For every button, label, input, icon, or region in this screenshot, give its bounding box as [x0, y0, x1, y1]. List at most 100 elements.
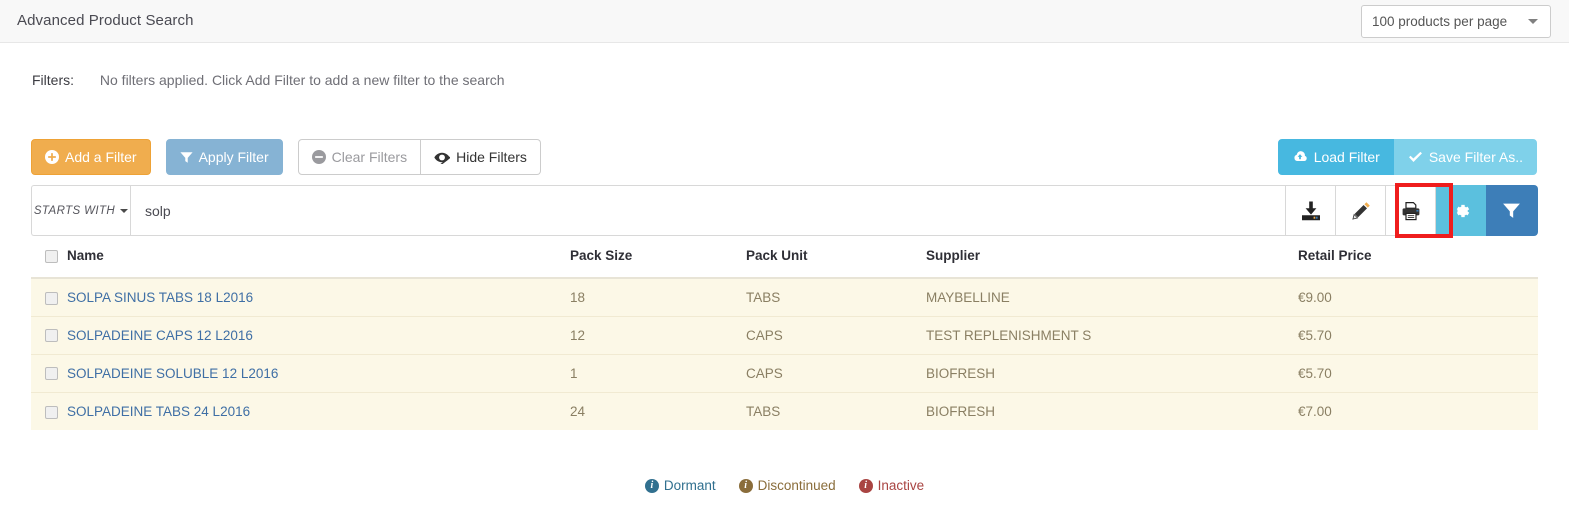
filter-actions-right: Load Filter Save Filter As..: [1277, 139, 1537, 175]
clear-filters-label: Clear Filters: [331, 149, 408, 165]
search-bar: STARTS WITH solp: [31, 183, 1538, 238]
cell-supplier: BIOFRESH: [926, 392, 1298, 430]
legend-label-discontinued: Discontinued: [757, 478, 836, 493]
search-input-value: solp: [145, 202, 171, 219]
table-header-row: Name Pack Size Pack Unit Supplier Retail…: [31, 248, 1538, 279]
select-all-header: [31, 248, 67, 279]
load-filter-label: Load Filter: [1313, 149, 1380, 165]
row-checkbox[interactable]: [45, 405, 58, 419]
filter-actions-left: Add a Filter Apply Filter Clear Filters …: [31, 139, 541, 175]
table-row[interactable]: SOLPADEINE SOLUBLE 12 L2016 1 CAPS BIOFR…: [31, 354, 1538, 393]
cell-pack-unit: TABS: [746, 278, 926, 317]
info-circle-icon: i: [644, 478, 659, 493]
funnel-icon: [1501, 200, 1522, 221]
filters-label: Filters:: [32, 72, 74, 88]
search-input[interactable]: solp: [130, 185, 1286, 236]
settings-button[interactable]: [1436, 185, 1486, 236]
legend-label-inactive: Inactive: [877, 478, 925, 493]
table-filter-button[interactable]: [1486, 185, 1538, 236]
load-filter-button[interactable]: Load Filter: [1277, 139, 1394, 175]
cell-supplier: MAYBELLINE: [926, 278, 1298, 317]
edit-button[interactable]: [1336, 185, 1386, 236]
table-row[interactable]: SOLPADEINE CAPS 12 L2016 12 CAPS TEST RE…: [31, 316, 1538, 355]
add-filter-label: Add a Filter: [65, 149, 137, 165]
hide-filters-button[interactable]: Hide Filters: [421, 139, 541, 175]
add-filter-button[interactable]: Add a Filter: [31, 139, 151, 175]
column-header-pack-size[interactable]: Pack Size: [570, 248, 746, 279]
apply-filter-button[interactable]: Apply Filter: [165, 139, 283, 175]
info-circle-icon: i: [738, 478, 753, 493]
row-select-cell: [31, 354, 67, 393]
check-icon: [1408, 151, 1423, 163]
cell-pack-size: 18: [570, 278, 746, 317]
cell-retail-price: €7.00: [1298, 392, 1538, 430]
cell-retail-price: €5.70: [1298, 354, 1538, 393]
column-header-pack-unit[interactable]: Pack Unit: [746, 248, 926, 279]
row-select-cell: [31, 316, 67, 355]
row-checkbox[interactable]: [45, 329, 58, 343]
export-button[interactable]: [1286, 185, 1336, 236]
results-table: Name Pack Size Pack Unit Supplier Retail…: [31, 248, 1538, 430]
app-header: Advanced Product Search 100 products per…: [0, 0, 1569, 43]
column-header-supplier[interactable]: Supplier: [926, 248, 1298, 279]
cell-name: SOLPADEINE TABS 24 L2016: [67, 392, 570, 430]
print-button[interactable]: [1386, 185, 1436, 236]
products-per-page-value: 100 products per page: [1372, 14, 1508, 29]
edit-icon: [1350, 200, 1372, 222]
cell-name: SOLPADEINE SOLUBLE 12 L2016: [67, 354, 570, 393]
info-circle-icon: i: [858, 478, 873, 493]
cell-supplier: BIOFRESH: [926, 354, 1298, 393]
legend-item-inactive[interactable]: i Inactive: [858, 478, 925, 493]
legend-item-discontinued[interactable]: i Discontinued: [738, 478, 836, 493]
product-link[interactable]: SOLPA SINUS TABS 18 L2016: [67, 290, 253, 305]
eye-slash-icon: [434, 151, 451, 164]
search-mode-dropdown[interactable]: STARTS WITH: [31, 185, 130, 236]
print-icon: [1400, 200, 1422, 222]
minus-circle-icon: [311, 150, 326, 164]
cell-retail-price: €9.00: [1298, 278, 1538, 317]
search-mode-label: STARTS WITH: [33, 204, 116, 217]
hide-filters-label: Hide Filters: [456, 149, 527, 165]
cell-supplier: TEST REPLENISHMENT S: [926, 316, 1298, 355]
clear-filters-button[interactable]: Clear Filters: [297, 139, 422, 175]
row-select-cell: [31, 278, 67, 317]
status-legend: i Dormant i Discontinued i Inactive: [0, 478, 1569, 493]
row-checkbox[interactable]: [45, 291, 58, 305]
cell-pack-size: 1: [570, 354, 746, 393]
filters-message: No filters applied. Click Add Filter to …: [99, 72, 505, 88]
funnel-icon: [180, 151, 193, 164]
table-body: SOLPA SINUS TABS 18 L2016 18 TABS MAYBEL…: [31, 278, 1538, 430]
plus-circle-icon: [45, 150, 59, 164]
product-link[interactable]: SOLPADEINE SOLUBLE 12 L2016: [67, 366, 278, 381]
cell-pack-unit: TABS: [746, 392, 926, 430]
table-row[interactable]: SOLPADEINE TABS 24 L2016 24 TABS BIOFRES…: [31, 392, 1538, 430]
save-filter-as-button[interactable]: Save Filter As..: [1393, 139, 1537, 175]
row-select-cell: [31, 392, 67, 430]
products-per-page-select[interactable]: 100 products per page: [1361, 5, 1551, 38]
cell-pack-unit: CAPS: [746, 354, 926, 393]
product-link[interactable]: SOLPADEINE CAPS 12 L2016: [67, 328, 253, 343]
apply-filter-label: Apply Filter: [198, 149, 269, 165]
export-icon: [1300, 200, 1322, 222]
legend-item-dormant[interactable]: i Dormant: [644, 478, 716, 493]
cloud-upload-icon: [1292, 151, 1308, 163]
select-all-checkbox[interactable]: [45, 249, 58, 263]
cell-pack-size: 24: [570, 392, 746, 430]
chevron-down-icon: [1528, 19, 1538, 24]
page-title: Advanced Product Search: [17, 12, 194, 29]
chevron-down-icon: [120, 208, 129, 213]
legend-label-dormant: Dormant: [663, 478, 716, 493]
cell-retail-price: €5.70: [1298, 316, 1538, 355]
filters-status: Filters: No filters applied. Click Add F…: [32, 72, 505, 88]
gear-icon: [1451, 201, 1471, 221]
cell-pack-unit: CAPS: [746, 316, 926, 355]
save-filter-as-label: Save Filter As..: [1428, 149, 1523, 165]
cell-name: SOLPA SINUS TABS 18 L2016: [67, 278, 570, 317]
cell-pack-size: 12: [570, 316, 746, 355]
column-header-retail-price[interactable]: Retail Price: [1298, 248, 1538, 279]
row-checkbox[interactable]: [45, 367, 58, 381]
cell-name: SOLPADEINE CAPS 12 L2016: [67, 316, 570, 355]
table-row[interactable]: SOLPA SINUS TABS 18 L2016 18 TABS MAYBEL…: [31, 278, 1538, 317]
column-header-name[interactable]: Name: [67, 248, 570, 279]
product-link[interactable]: SOLPADEINE TABS 24 L2016: [67, 404, 250, 419]
